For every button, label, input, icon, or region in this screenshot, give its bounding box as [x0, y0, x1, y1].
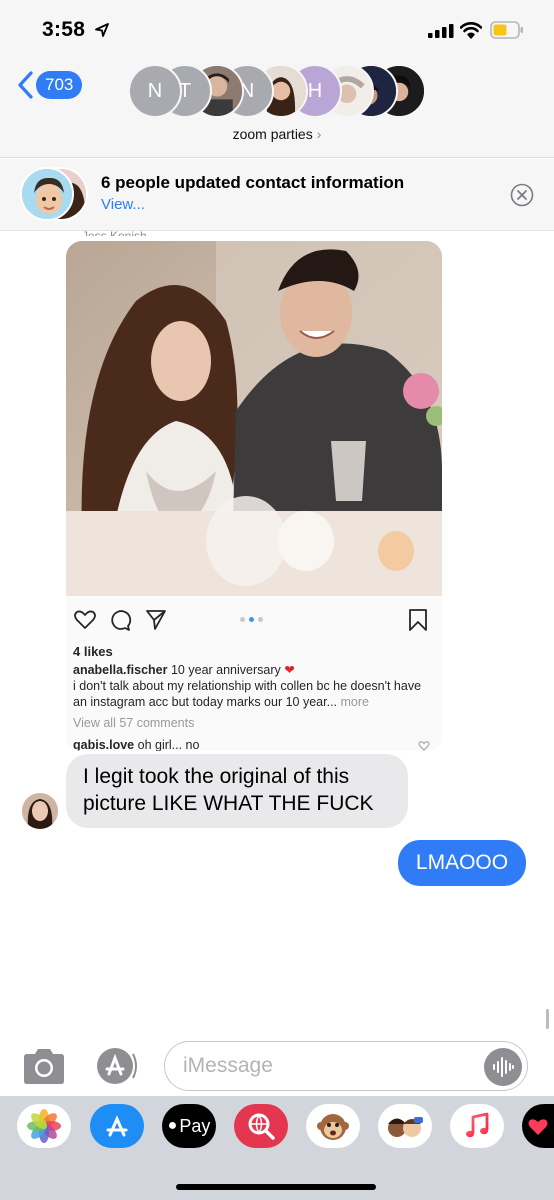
comment-text: oh girl... no — [137, 738, 200, 751]
wifi-icon — [460, 22, 482, 39]
banner-avatars — [20, 167, 92, 223]
heart-emoji-icon: ❤ — [284, 663, 295, 677]
music-app-button[interactable] — [450, 1104, 504, 1148]
carousel-dots — [240, 617, 263, 622]
bookmark-icon[interactable] — [406, 608, 430, 632]
app-store-icon[interactable] — [93, 1046, 139, 1086]
sender-avatar[interactable] — [22, 793, 58, 829]
sender-name: Jess Konish — [82, 229, 147, 236]
app-store-icon — [106, 1115, 128, 1137]
unread-count-badge: 703 — [36, 71, 83, 99]
post-comment: gabis.love oh girl... no — [73, 738, 199, 751]
monkey-emoji-icon — [317, 1114, 349, 1140]
battery-icon — [490, 21, 523, 39]
view-comments-link[interactable]: View all 57 comments — [73, 716, 194, 730]
memoji-avatar — [20, 167, 74, 221]
group-avatars[interactable]: N T N H — [128, 64, 428, 120]
heart-hand-icon — [528, 1119, 548, 1135]
post-body: 4 likes anabella.fischer 10 year anniver… — [66, 644, 442, 751]
music-icon — [466, 1112, 489, 1138]
imessage-input[interactable] — [164, 1041, 528, 1091]
close-circle-icon[interactable] — [510, 183, 534, 207]
home-indicator[interactable] — [176, 1184, 376, 1190]
comment-username[interactable]: gabis.love — [73, 738, 134, 751]
contact-update-banner[interactable]: 6 people updated contact information Vie… — [0, 159, 554, 231]
audio-waveform-icon — [493, 1057, 514, 1077]
chevron-right-icon: › — [316, 126, 322, 142]
imessage-app-drawer: ● Pay — [0, 1096, 554, 1200]
apple-pay-app-button[interactable]: ● Pay — [162, 1104, 216, 1148]
apple-pay-icon: ● — [167, 1117, 178, 1134]
memoji-app-button[interactable] — [378, 1104, 432, 1148]
back-button[interactable]: 703 — [16, 70, 83, 100]
post-photo — [66, 241, 442, 596]
avatar: N — [128, 64, 182, 118]
group-name[interactable]: zoom parties › — [0, 126, 554, 142]
post-action-bar — [66, 596, 442, 644]
outgoing-message-bubble[interactable]: LMAOOO — [398, 840, 526, 886]
chevron-left-icon — [18, 71, 33, 99]
message-text-field[interactable] — [183, 1052, 473, 1080]
animoji-app-button[interactable] — [306, 1104, 360, 1148]
send-icon[interactable] — [144, 608, 168, 632]
memoji-icon — [388, 1117, 423, 1137]
signal-icon — [428, 24, 454, 38]
shared-post-screenshot[interactable]: 4 likes anabella.fischer 10 year anniver… — [66, 241, 442, 751]
likes-count: 4 likes — [73, 644, 113, 659]
digital-touch-app-button[interactable] — [522, 1104, 554, 1148]
heart-icon[interactable] — [73, 608, 97, 632]
incoming-message-bubble[interactable]: I legit took the original of this pictur… — [66, 754, 408, 828]
caption-more-link[interactable]: more — [341, 695, 369, 709]
status-time: 3:58 — [42, 18, 86, 41]
scroll-indicator[interactable] — [546, 1009, 549, 1029]
app-store-app-button[interactable] — [90, 1104, 144, 1148]
comment-icon[interactable] — [108, 608, 132, 632]
banner-title: 6 people updated contact information — [101, 173, 405, 192]
audio-message-button[interactable] — [484, 1048, 522, 1086]
post-username[interactable]: anabella.fischer — [73, 663, 168, 677]
banner-view-link[interactable]: View... — [101, 196, 145, 213]
location-arrow-icon — [95, 23, 109, 37]
caption-lead: 10 year anniversary — [170, 663, 281, 677]
camera-icon[interactable] — [22, 1047, 66, 1085]
photos-icon — [27, 1109, 61, 1143]
web-search-app-button[interactable] — [234, 1104, 288, 1148]
conversation-header: 703 N T N H zoom parties › — [0, 58, 554, 158]
status-bar: 3:58 — [0, 0, 554, 58]
comment-like-icon[interactable] — [418, 740, 430, 751]
post-caption: anabella.fischer 10 year anniversary ❤ i… — [73, 662, 429, 710]
photos-app-button[interactable] — [17, 1104, 71, 1148]
search-web-icon — [248, 1113, 275, 1140]
